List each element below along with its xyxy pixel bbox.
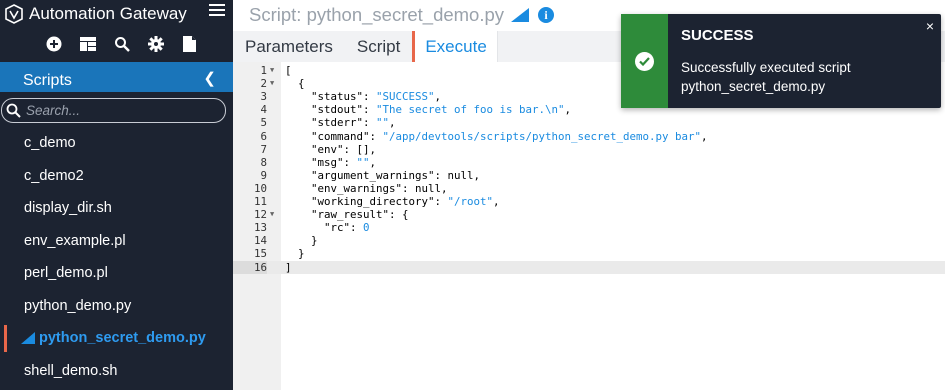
code-text: "status": "SUCCESS", (285, 90, 442, 104)
search-field-icon (6, 103, 21, 118)
code-text: "command": "/app/devtools/scripts/python… (285, 129, 708, 143)
success-toast: SUCCESS Successfully executed script pyt… (621, 14, 941, 108)
code-text: [ (285, 64, 292, 77)
code-text: "stderr": "", (285, 116, 396, 130)
code-text: "rc": 0 (285, 221, 370, 235)
code-line: 14 } (233, 234, 945, 247)
script-type-icon (511, 8, 530, 22)
code-line: 10 "env_warnings": null, (233, 182, 945, 195)
line-number: 14 (253, 234, 267, 248)
code-line: 13 "rc": 0 (233, 221, 945, 234)
sidebar-item[interactable]: c_demo2 (0, 160, 233, 193)
code-text: "env": [], (285, 142, 377, 156)
sidebar-item-label: c_demo2 (24, 167, 84, 184)
toast-message-line1: Successfully executed script (681, 60, 851, 75)
sidebar-toolbar (0, 28, 233, 59)
toast-message-line2: python_secret_demo.py (681, 79, 826, 94)
search-icon[interactable] (114, 36, 130, 52)
line-number: 8 (260, 155, 267, 169)
code-text: "argument_warnings": null, (285, 168, 481, 182)
code-line: 5 "stderr": "", (233, 116, 945, 129)
line-number: 5 (260, 116, 267, 130)
tab-script[interactable]: Script (345, 31, 412, 62)
code-text: "msg": "", (285, 155, 377, 169)
line-number: 12 (253, 208, 267, 222)
tab-execute[interactable]: Execute (412, 31, 498, 62)
gear-icon[interactable] (147, 35, 164, 52)
code-text: ] (285, 260, 292, 274)
grid-icon[interactable] (79, 36, 96, 52)
line-number: 7 (260, 142, 267, 156)
code-line: 7 "env": [], (233, 143, 945, 156)
logo-icon (5, 4, 23, 24)
line-number: 2 (260, 77, 267, 91)
sidebar-item[interactable]: env_example.pl (0, 225, 233, 258)
code-line: 6 "command": "/app/devtools/scripts/pyth… (233, 130, 945, 143)
search-box (1, 98, 226, 123)
info-icon[interactable]: i (538, 7, 555, 23)
sidebar-item-label: env_example.pl (24, 232, 126, 249)
script-type-icon (21, 332, 35, 345)
code-line: 16] (233, 260, 945, 274)
tab-parameters[interactable]: Parameters (233, 31, 345, 62)
code-text: } (285, 247, 305, 261)
code-text: } (285, 234, 318, 248)
sidebar-item-label: shell_demo.sh (24, 362, 118, 379)
line-number: 1 (260, 64, 267, 77)
close-icon[interactable]: × (926, 18, 934, 34)
check-icon (635, 51, 654, 71)
script-list: c_demo c_demo2 display_dir.sh env_example.p… (0, 127, 233, 387)
toast-status-bar (621, 14, 668, 108)
section-title: Scripts (23, 72, 72, 89)
scripts-section-header: Scripts ❮ (0, 62, 233, 92)
line-number: 13 (253, 221, 267, 235)
fold-toggle-icon[interactable]: ▼ (270, 208, 274, 221)
code-text: "working_directory": "/root", (285, 195, 500, 208)
line-number: 4 (260, 103, 267, 117)
line-number: 11 (253, 195, 267, 208)
line-number: 15 (253, 247, 267, 261)
sidebar-item[interactable]: c_demo (0, 127, 233, 160)
active-marker (4, 325, 7, 352)
code-line: 12 ▼ "raw_result": { (233, 208, 945, 221)
sidebar-item-label: display_dir.sh (24, 200, 112, 217)
toast-title: SUCCESS (681, 27, 754, 44)
document-icon[interactable] (182, 35, 198, 52)
line-number: 10 (253, 181, 267, 195)
sidebar-item-label: python_demo.py (24, 297, 132, 314)
line-number: 6 (260, 129, 267, 143)
page-title: Script: python_secret_demo.py (249, 4, 505, 25)
sidebar-item-label: python_secret_demo.py (39, 330, 206, 347)
sidebar: Automation Gateway Scripts ❮ c_democ_dem… (0, 0, 233, 390)
code-line: 11 "working_directory": "/root", (233, 195, 945, 208)
search-input[interactable] (26, 103, 216, 118)
sidebar-item[interactable]: perl_demo.pl (0, 257, 233, 290)
app-title: Automation Gateway (29, 4, 187, 23)
line-number: 3 (260, 90, 267, 104)
fold-toggle-icon[interactable]: ▼ (270, 77, 274, 90)
sidebar-item[interactable]: python_demo.py (0, 290, 233, 323)
line-number: 9 (260, 168, 267, 182)
sidebar-item[interactable]: python_secret_demo.py (0, 322, 233, 355)
code-line: 8 "msg": "", (233, 156, 945, 169)
collapse-chevron-icon[interactable]: ❮ (203, 69, 216, 87)
code-text: "env_warnings": null, (285, 181, 448, 195)
sidebar-item-label: c_demo (24, 135, 76, 152)
hamburger-menu-icon[interactable] (209, 4, 225, 18)
code-line: 9 "argument_warnings": null, (233, 169, 945, 182)
brand: Automation Gateway (0, 0, 233, 28)
code-editor[interactable]: 1 ▼[2 ▼ {3 "status": "SUCCESS", 4 "stdout":… (233, 62, 945, 390)
sidebar-item[interactable]: shell_demo.sh (0, 355, 233, 388)
fold-toggle-icon[interactable]: ▼ (270, 64, 274, 77)
code-text: "stdout": "The secret of foo is bar.\n", (285, 103, 572, 117)
add-icon[interactable] (46, 36, 62, 52)
code-text: { (285, 77, 305, 91)
sidebar-item[interactable]: display_dir.sh (0, 192, 233, 225)
line-number: 16 (233, 260, 267, 274)
sidebar-item-label: perl_demo.pl (24, 265, 108, 282)
code-text: "raw_result": { (285, 208, 409, 222)
code-line: 15 } (233, 247, 945, 260)
